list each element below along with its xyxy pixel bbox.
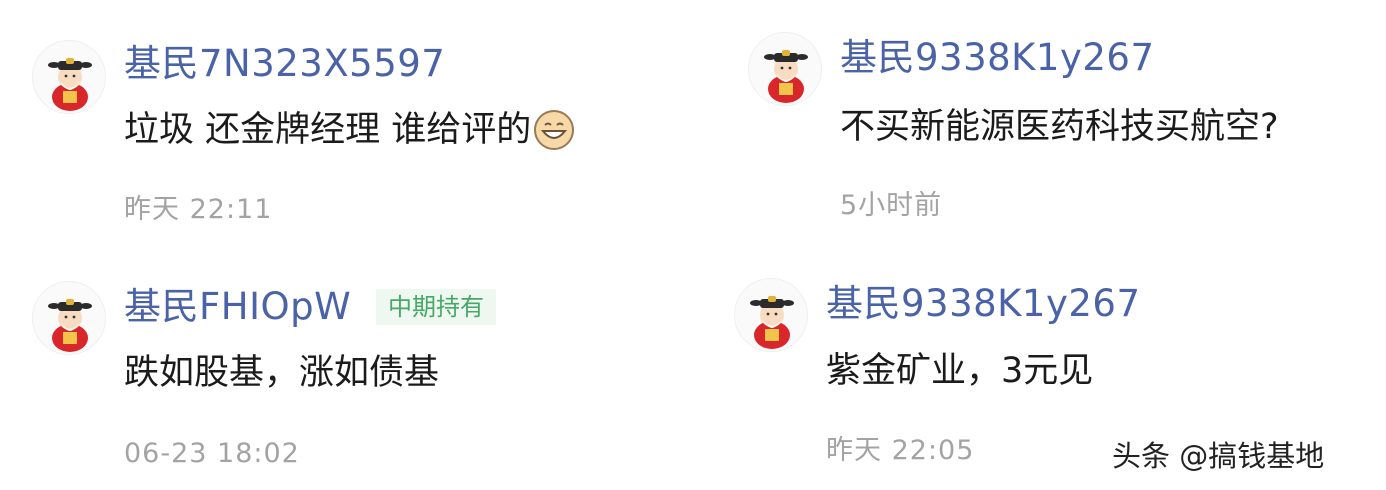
avatar-graphic [48,58,92,111]
avatar-graphic [764,50,808,103]
holding-badge: 中期持有 [376,289,496,325]
avatar-graphic [48,299,92,352]
comment-item: 基民9338K1y267 不买新能源医药科技买航空? 5小时前 [700,0,1386,245]
comment-text: 跌如股基，涨如债基 [124,351,439,395]
username[interactable]: 基民9338K1y267 [840,36,1154,80]
fortune-god-avatar-icon[interactable] [32,40,106,114]
timestamp: 06-23 18:02 [124,438,300,469]
username[interactable]: 基民7N323X5597 [124,42,445,86]
comment-text: 紫金矿业，3元见 [826,349,1093,393]
grinning-face-icon [533,109,575,151]
timestamp: 昨天 22:11 [124,194,273,225]
username[interactable]: 基民FHIOpW [124,285,351,329]
comment-text: 垃圾 还金牌经理 谁给评的 [124,108,575,152]
comment-text-value: 垃圾 还金牌经理 谁给评的 [124,110,532,150]
username[interactable]: 基民9338K1y267 [826,282,1140,326]
comment-item: 基民FHIOpW 中期持有 跌如股基，涨如债基 06-23 18:02 [0,245,690,490]
watermark: 头条 @搞钱基地 [1112,439,1325,473]
timestamp: 5小时前 [840,190,943,221]
comment-text: 不买新能源医药科技买航空? [840,105,1279,149]
comment-text-value: 跌如股基，涨如债基 [124,353,440,393]
avatar-graphic [750,296,794,349]
comment-feed: 基民7N323X5597 垃圾 还金牌经理 谁给评的 昨天 22:11 基民93… [0,0,1386,490]
fortune-god-avatar-icon[interactable] [734,278,808,352]
comment-text-value: 不买新能源医药科技买航空? [840,107,1279,147]
comment-text-value: 紫金矿业，3元见 [826,351,1094,391]
comment-item: 基民7N323X5597 垃圾 还金牌经理 谁给评的 昨天 22:11 [0,0,690,245]
fortune-god-avatar-icon[interactable] [32,281,106,355]
timestamp: 昨天 22:05 [826,435,975,466]
fortune-god-avatar-icon[interactable] [748,32,822,106]
